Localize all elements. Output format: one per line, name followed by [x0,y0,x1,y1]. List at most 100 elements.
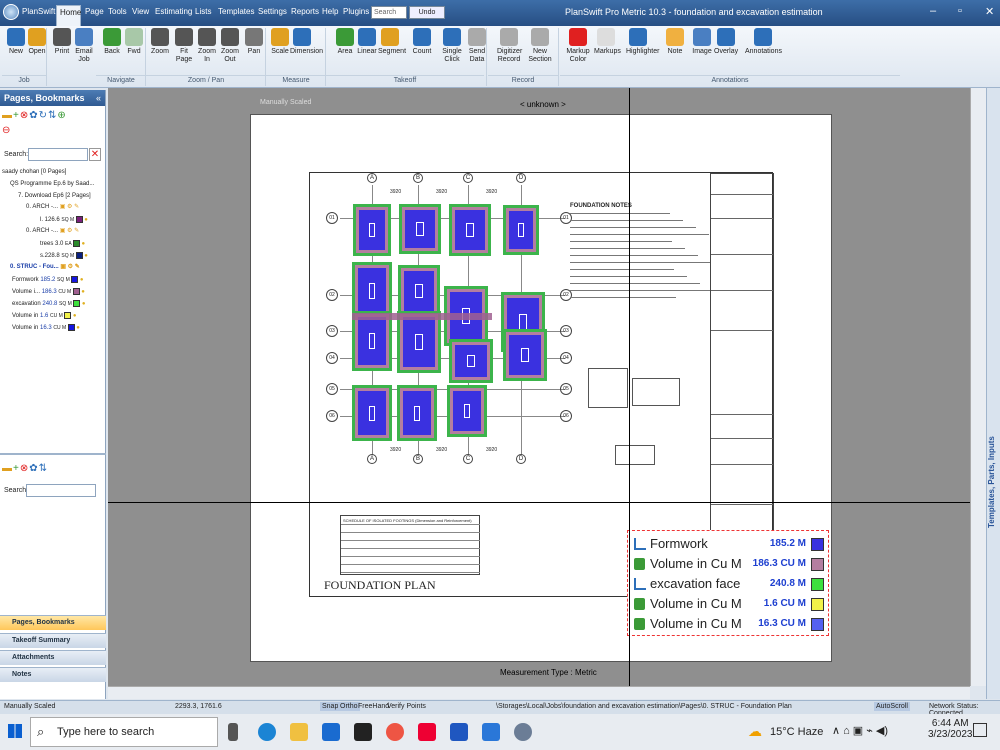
tab-tools[interactable]: Tools [108,7,127,16]
tab-home[interactable]: Home [56,5,81,26]
footing[interactable] [398,265,440,317]
fwd-button[interactable]: Fwd [122,28,146,56]
footing[interactable] [353,204,391,256]
bookmark-toolbar[interactable]: ▬+⊗✿⇅ [2,463,48,474]
tray-icons[interactable]: ∧ ⌂ ▣ ⌁ ◀) [832,724,888,737]
templates-panel-tab[interactable]: Templates, Parts, Inputs [986,88,1000,699]
planswift-logo-icon[interactable] [3,4,19,20]
tab-settings[interactable]: Settings [258,7,287,16]
overlay-button[interactable]: Overlay [714,28,738,56]
clock[interactable]: 6:44 AM 3/23/2023 [928,718,973,740]
tree-item[interactable]: Volume in 16.3 CU M ● [12,324,80,332]
tree-item[interactable]: trees 3.0 EA ● [40,240,85,248]
tree-item[interactable]: excavation 240.8 SQ M ● [12,300,86,308]
tab-templates[interactable]: Templates [218,7,254,16]
tab-reports[interactable]: Reports [291,7,319,16]
weather-icon[interactable]: ☁ [748,723,762,740]
tree-item[interactable]: 7. Download Ep6 [2 Pages] [18,193,91,200]
count-button[interactable]: Count [410,28,434,56]
bookmark-search-input[interactable] [26,484,96,497]
tree-item[interactable]: 0. STRUC - Fou... ▣ ⚙ ✎ [10,264,80,271]
search-input[interactable]: Search [371,6,407,19]
tab-page[interactable]: Page [85,7,104,16]
tree-item[interactable]: QS Programme Ep.6 by Saad... [10,181,94,188]
image-button[interactable]: Image [690,28,714,56]
autoscroll-toggle[interactable]: AutoScroll [874,702,910,711]
legend-item[interactable]: Volume in Cu M 1.6 CU M [632,595,828,615]
nav-notes[interactable]: Notes [0,667,106,682]
linear-button[interactable]: Linear [355,28,379,56]
footing[interactable] [449,204,491,256]
legend-item[interactable]: excavation face 240.8 M [632,575,828,595]
tree-item[interactable]: saady chohan [0 Pages] [2,169,66,176]
store-icon[interactable] [354,723,372,741]
nav-takeoff-summary[interactable]: Takeoff Summary [0,633,106,648]
footing[interactable] [352,311,392,371]
footing[interactable] [397,385,437,441]
dimension-button[interactable]: Dimension [290,28,323,56]
tab-help[interactable]: Help [322,7,338,16]
drawing-sheet[interactable]: A A B B C C D D 01 01 02 02 03 03 04 04 05 05 06 06 3920 3920… [250,114,832,662]
legend-item[interactable]: Volume in Cu M 16.3 CU M [632,615,828,635]
note-button[interactable]: Note [663,28,687,56]
edge-icon[interactable] [258,723,276,741]
drawing-canvas[interactable]: Manually Scaled < unknown > A A B B C C D D 01 01… [108,88,970,686]
area-button[interactable]: Area [333,28,357,56]
highlighter-button[interactable]: Highlighter [626,28,659,56]
zoom-button[interactable]: Zoom [148,28,172,56]
annotations-button[interactable]: Annotations [745,28,782,56]
tab-lists[interactable]: Lists [195,7,211,16]
markup-color-button[interactable]: Markup Color [566,28,590,64]
segment-button[interactable]: Segment [378,28,406,56]
footing[interactable] [449,339,493,383]
notifications-icon[interactable] [973,723,987,737]
footing[interactable] [399,204,441,254]
tab-estimating[interactable]: Estimating [155,7,192,16]
page-search-input[interactable] [28,148,88,161]
verify-points-toggle[interactable]: Verify Points [387,703,426,710]
taskbar-search[interactable]: ⌕ Type here to search [30,717,218,747]
footing[interactable] [503,205,539,255]
footing[interactable] [447,385,487,437]
clear-search-icon[interactable]: ✕ [89,148,101,161]
page-toolbar[interactable]: ▬+⊗✿↻⇅⊕ [2,110,67,121]
file-explorer-icon[interactable] [290,723,308,741]
freehand-toggle[interactable]: FreeHand [358,703,389,710]
tab-view[interactable]: View [132,7,149,16]
single-click-button[interactable]: Single Click [440,28,464,64]
nav-pages-bookmarks[interactable]: Pages, Bookmarks [0,615,106,630]
word-icon[interactable] [450,723,468,741]
digitizer-record-button[interactable]: Digitizer Record [497,28,522,64]
windows-start-icon[interactable] [8,724,22,738]
email-job-button[interactable]: Email Job [72,28,96,64]
zoom-in-button[interactable]: Zoom In [195,28,219,64]
mail-icon[interactable] [322,723,340,741]
fit-page-button[interactable]: Fit Page [172,28,196,64]
app-icon-red[interactable] [418,723,436,741]
task-view-icon[interactable] [228,723,238,741]
close-icon[interactable]: ✕ [985,5,994,18]
tree-item[interactable]: l. 126.6 SQ M ● [40,216,88,224]
chrome-icon[interactable] [386,723,404,741]
tree-item[interactable]: 0. ARCH -... ▣ ⚙ ✎ [26,204,79,211]
horizontal-scrollbar[interactable] [108,686,970,699]
scale-button[interactable]: Scale [268,28,292,56]
collapse-icon[interactable]: « [96,93,101,103]
tree-item[interactable]: Volume in 1.6 CU M ● [12,312,77,320]
new-section-button[interactable]: New Section [528,28,552,64]
tab-plugins[interactable]: Plugins [343,7,369,16]
legend-item[interactable]: Volume in Cu M 186.3 CU M [632,555,828,575]
print-button[interactable]: Print [50,28,74,56]
planswift-task-icon[interactable] [482,723,500,741]
footing[interactable] [352,385,392,441]
weather-text[interactable]: 15°C Haze [770,726,823,738]
tree-item[interactable]: Volume i... 186.3 CU M ● [12,288,85,296]
undo-button[interactable]: Undo [409,6,445,19]
tree-item[interactable]: s.228.8 SQ M ● [40,252,88,260]
app-name[interactable]: PlanSwift [22,7,55,16]
markups-button[interactable]: Markups [594,28,621,56]
footing[interactable] [397,311,441,373]
vertical-scrollbar[interactable] [970,88,986,686]
pan-button[interactable]: Pan [242,28,266,56]
tree-item[interactable]: 0. ARCH -... ▣ ⚙ ✎ [26,228,79,235]
